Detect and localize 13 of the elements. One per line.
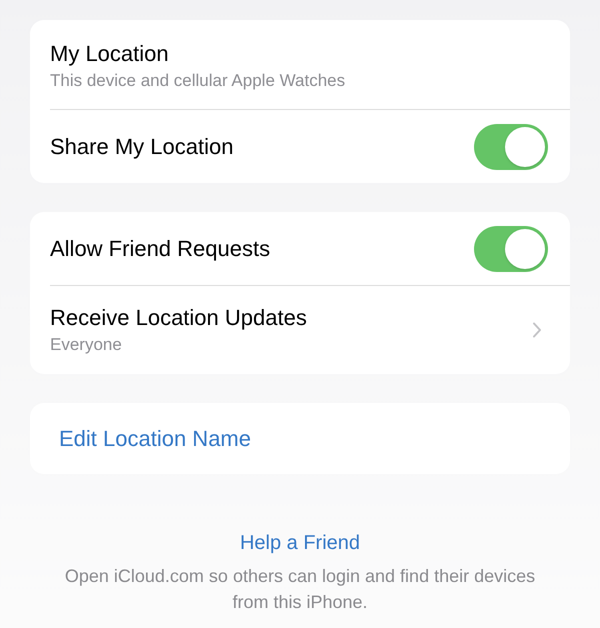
row-subtitle: This device and cellular Apple Watches [50,70,346,92]
row-title: Share My Location [50,132,234,160]
settings-row[interactable]: Receive Location Updates Everyone [30,286,570,374]
row-title: Allow Friend Requests [50,234,272,262]
help-a-friend-link[interactable]: Help a Friend [240,530,360,556]
row-title: My Location [50,40,170,68]
row-subtitle: Everyone [50,334,123,356]
row-title: Receive Location Updates [50,304,308,332]
chevron-right-icon [532,322,542,338]
toggle-switch[interactable] [474,124,548,170]
footer-description: Open iCloud.com so others can login and find their devices from this iPhone. [64,565,536,614]
toggle-switch[interactable] [474,226,548,272]
edit-location-name-link[interactable]: Edit Location Name [59,424,548,452]
